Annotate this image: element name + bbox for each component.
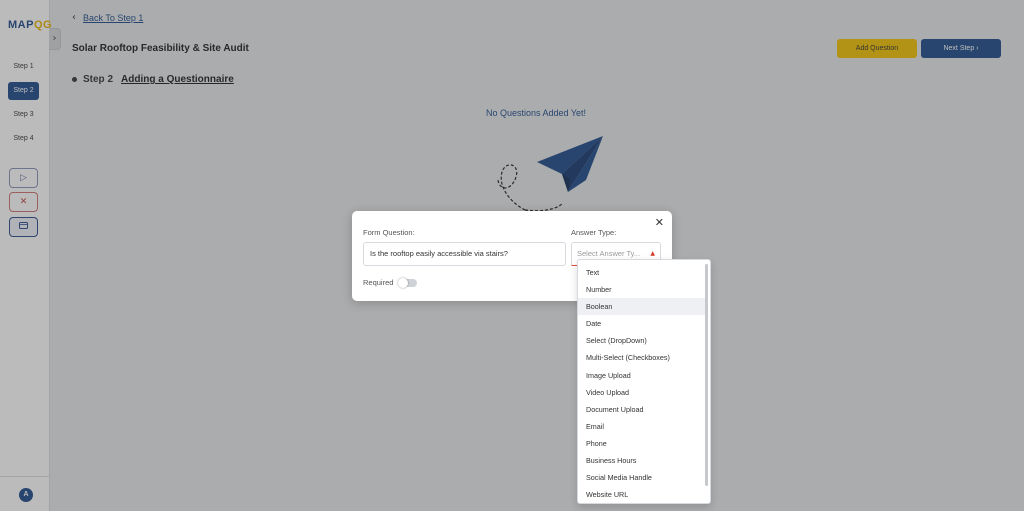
dropdown-scrollbar[interactable] [705,264,708,486]
close-icon[interactable]: ✕ [655,216,664,229]
question-input[interactable]: Is the rooftop easily accessible via sta… [363,242,566,266]
option-select-dropdown[interactable]: Select (DropDown) [578,332,706,349]
option-boolean[interactable]: Boolean [578,298,706,316]
option-email[interactable]: Email [578,418,706,435]
form-question-label: Form Question: [363,228,415,237]
option-website-url[interactable]: Website URL [578,486,706,503]
option-text[interactable]: Text [578,264,706,281]
option-business-hours[interactable]: Business Hours [578,452,706,469]
answer-type-label: Answer Type: [571,228,617,237]
option-date[interactable]: Date [578,315,706,332]
option-image-upload[interactable]: Image Upload [578,367,706,384]
answer-type-dropdown: Text Number Boolean Date Select (DropDow… [577,259,711,504]
option-phone[interactable]: Phone [578,435,706,452]
required-row: Required [363,277,418,288]
option-social-media-handle[interactable]: Social Media Handle [578,469,706,486]
option-document-upload[interactable]: Document Upload [578,401,706,418]
option-number[interactable]: Number [578,281,706,298]
answer-type-placeholder: Select Answer Ty... [577,249,641,258]
option-multi-select[interactable]: Multi-Select (Checkboxes) [578,349,706,366]
option-video-upload[interactable]: Video Upload [578,384,706,401]
answer-type-options: Text Number Boolean Date Select (DropDow… [578,264,706,503]
required-label: Required [363,278,394,287]
required-toggle[interactable] [398,277,418,288]
